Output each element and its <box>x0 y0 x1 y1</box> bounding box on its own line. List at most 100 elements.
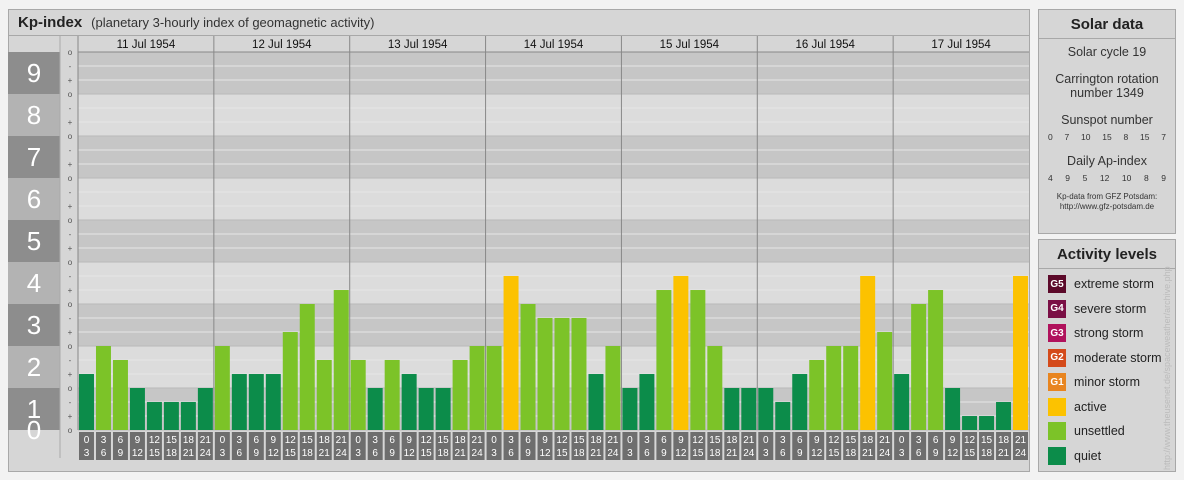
kp-bar <box>333 290 349 430</box>
ap-value-3: 12 <box>1099 173 1110 183</box>
interval-end: 15 <box>421 448 433 459</box>
kp-bar <box>316 359 332 430</box>
kp-bar <box>367 388 383 430</box>
interval-start: 18 <box>590 435 602 446</box>
legend-label: extreme storm <box>1074 277 1154 292</box>
kp-bar <box>248 374 264 430</box>
legend-label: minor storm <box>1074 375 1140 390</box>
kp-index-widget: Kp-index (planetary 3-hourly index of ge… <box>0 0 1184 480</box>
kp-bar <box>384 359 400 430</box>
interval-start: 12 <box>828 435 840 446</box>
interval-start: 0 <box>627 435 633 446</box>
y-minor-tick: o <box>68 216 73 225</box>
sunspot-value-3: 15 <box>1102 132 1112 142</box>
kp-bar <box>656 290 672 430</box>
interval-end: 24 <box>472 448 484 459</box>
kp-bar <box>775 401 791 430</box>
y-tick-label: 1 <box>27 394 41 424</box>
interval-start: 21 <box>607 435 619 446</box>
interval-end: 18 <box>981 448 993 459</box>
kp-bar <box>452 359 468 430</box>
y-minor-tick: o <box>68 258 73 267</box>
interval-end: 21 <box>590 448 602 459</box>
interval-end: 12 <box>132 448 144 459</box>
kp-bar <box>95 346 111 430</box>
legend-item-minor-storm: G1 minor storm <box>1039 370 1175 395</box>
y-minor-tick: o <box>68 174 73 183</box>
y-tick-label: 2 <box>27 352 41 382</box>
interval-start: 18 <box>183 435 195 446</box>
day-label: 12 Jul 1954 <box>252 39 312 51</box>
interval-end: 21 <box>862 448 874 459</box>
interval-end: 18 <box>438 448 450 459</box>
kp-bar <box>146 401 162 430</box>
kp-bar <box>979 416 995 430</box>
kp-bar <box>588 374 604 430</box>
interval-end: 3 <box>355 448 361 459</box>
interval-end: 24 <box>879 448 891 459</box>
plot-band-7 <box>78 94 1029 136</box>
interval-end: 18 <box>845 448 857 459</box>
interval-start: 3 <box>644 435 650 446</box>
y-minor-tick: + <box>68 370 73 379</box>
interval-start: 12 <box>556 435 568 446</box>
kp-bar <box>214 346 230 430</box>
ap-value-6: 9 <box>1161 173 1166 183</box>
interval-end: 24 <box>607 448 619 459</box>
interval-start: 9 <box>678 435 684 446</box>
day-label: 14 Jul 1954 <box>524 39 584 51</box>
plot-band-6 <box>78 136 1029 178</box>
interval-start: 0 <box>220 435 226 446</box>
interval-end: 24 <box>743 448 755 459</box>
interval-end: 9 <box>525 448 531 459</box>
kp-bar-chart: 0123456789o+-o+-o+-o+-o+-o+-o+-o+-o+-o11… <box>8 36 1029 460</box>
legend-label: moderate storm <box>1074 350 1162 365</box>
interval-end: 18 <box>166 448 178 459</box>
y-minor-tick: - <box>69 104 72 113</box>
kp-bar <box>877 332 893 430</box>
y-minor-tick: o <box>68 48 73 57</box>
day-label: 11 Jul 1954 <box>117 39 176 51</box>
kp-bar <box>180 401 196 430</box>
legend-item-strong-storm: G3 strong storm <box>1039 321 1175 346</box>
kp-bar <box>843 346 859 430</box>
y-minor-tick: - <box>69 272 72 281</box>
legend-item-extreme-storm: G5 extreme storm <box>1039 272 1175 297</box>
interval-end: 6 <box>916 448 922 459</box>
y-minor-tick: o <box>68 426 73 435</box>
interval-end: 15 <box>285 448 297 459</box>
y-minor-tick: - <box>69 356 72 365</box>
y-minor-tick: + <box>68 328 73 337</box>
kp-bar <box>554 317 570 430</box>
interval-start: 9 <box>135 435 141 446</box>
interval-end: 12 <box>811 448 823 459</box>
interval-end: 12 <box>947 448 959 459</box>
interval-end: 21 <box>998 448 1010 459</box>
day-label: 15 Jul 1954 <box>660 39 720 51</box>
carrington-line1: Carrington rotation <box>1055 72 1159 86</box>
y-tick-label: 6 <box>27 184 41 214</box>
ap-value-5: 8 <box>1143 173 1149 183</box>
sunspot-value-5: 15 <box>1139 132 1150 142</box>
ap-index-label: Daily Ap-index <box>1067 154 1147 168</box>
legend-label: unsettled <box>1074 424 1125 439</box>
legend-label: quiet <box>1074 448 1102 463</box>
interval-start: 12 <box>692 435 704 446</box>
kp-bar <box>605 346 621 430</box>
interval-end: 12 <box>404 448 416 459</box>
interval-start: 6 <box>389 435 395 446</box>
interval-end: 9 <box>389 448 395 459</box>
interval-start: 15 <box>845 435 857 446</box>
y-minor-tick: + <box>68 286 73 295</box>
interval-end: 21 <box>726 448 738 459</box>
interval-start: 15 <box>438 435 450 446</box>
interval-end: 15 <box>964 448 976 459</box>
y-minor-tick: + <box>68 160 73 169</box>
interval-start: 18 <box>726 435 738 446</box>
y-minor-tick: + <box>68 412 73 421</box>
interval-end: 9 <box>933 448 939 459</box>
legend-item-unsettled: unsettled <box>1039 419 1175 444</box>
interval-start: 21 <box>743 435 755 446</box>
sunspot-value-0: 0 <box>1048 132 1053 142</box>
kp-bar <box>282 332 298 430</box>
